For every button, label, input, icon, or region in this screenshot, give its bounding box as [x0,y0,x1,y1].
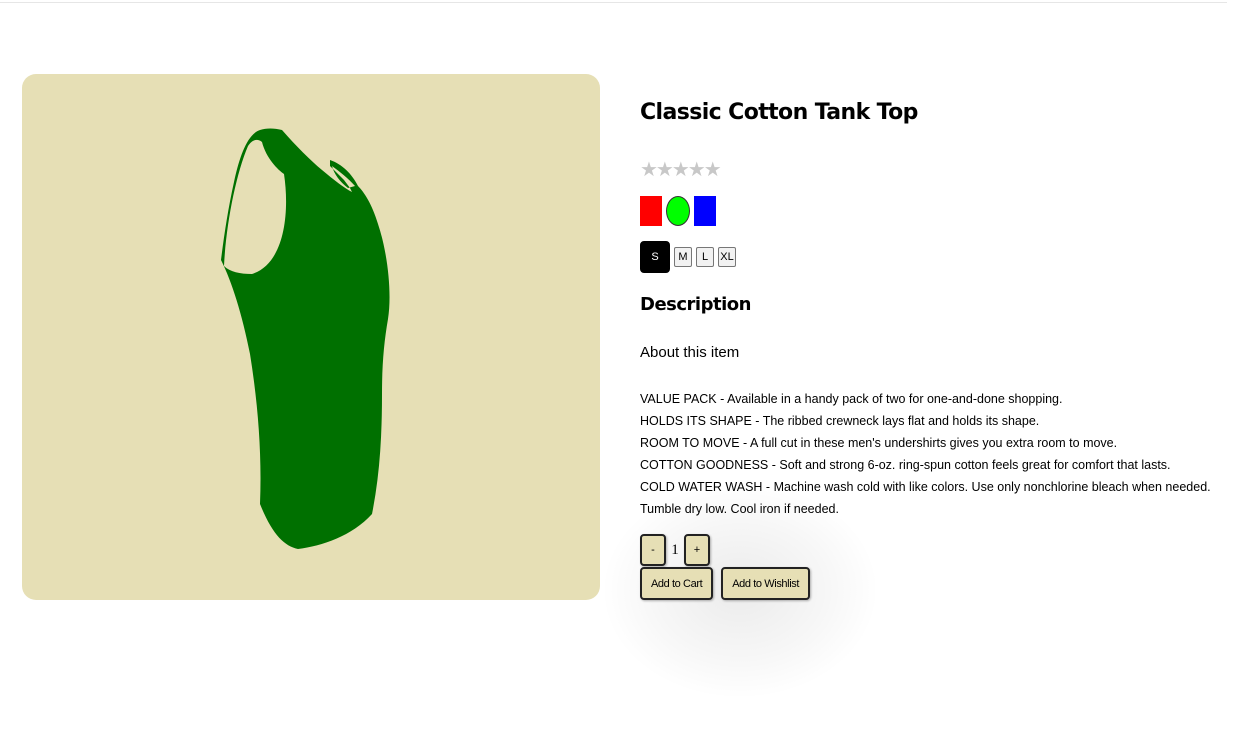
list-item: ROOM TO MOVE - A full cut in these men's… [640,436,1118,450]
product-image [22,74,600,600]
color-swatch-blue[interactable] [694,196,716,226]
quantity-stepper: - 1 + [640,534,710,566]
product-details: Classic Cotton Tank Top ★★★★★ S M L XL D… [640,96,1230,600]
add-to-cart-button[interactable]: Add to Cart [640,567,714,600]
size-option-m[interactable]: M [674,247,692,267]
list-item: Tumble dry low. Cool iron if needed. [640,502,839,516]
quantity-value: 1 [671,541,679,558]
action-buttons: Add to Cart Add to Wishlist [640,567,810,600]
rating-stars[interactable]: ★★★★★ [640,157,722,182]
product-title: Classic Cotton Tank Top [640,100,918,125]
size-option-xl[interactable]: XL [718,247,736,267]
size-option-l[interactable]: L [696,247,714,267]
description-heading: Description [640,294,751,315]
increment-button[interactable]: + [684,534,710,566]
size-selector: S M L XL [640,241,736,273]
color-swatch-red[interactable] [640,196,662,226]
tank-top-image [221,128,390,549]
add-to-wishlist-button[interactable]: Add to Wishlist [721,567,810,600]
list-item: COLD WATER WASH - Machine wash cold with… [640,480,1211,494]
list-item: VALUE PACK - Available in a handy pack o… [640,392,1063,406]
list-item: HOLDS ITS SHAPE - The ribbed crewneck la… [640,414,1040,428]
list-item: COTTON GOODNESS - Soft and strong 6-oz. … [640,458,1171,472]
size-option-s[interactable]: S [640,241,670,273]
color-swatches [640,196,716,226]
about-heading: About this item [640,344,740,361]
top-divider [0,2,1227,3]
description-list: VALUE PACK - Available in a handy pack o… [640,388,1220,520]
color-swatch-green[interactable] [666,196,690,226]
decrement-button[interactable]: - [640,534,666,566]
